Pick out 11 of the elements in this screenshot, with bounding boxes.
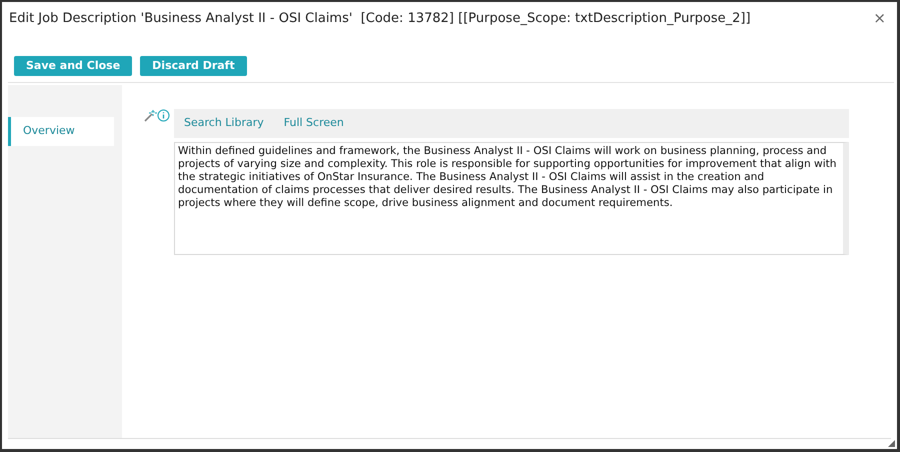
toolbar-button[interactable]: Discard Draft [140,56,247,76]
close-button[interactable]: × [869,9,890,28]
sidebar-item[interactable]: Overview [8,117,114,146]
resize-grip-icon[interactable] [888,440,895,447]
window-title: Edit Job Description 'Business Analyst II - OSI Claims' [Code: 13782] [[Purpose_Scope: txtDescription_Purpose_2]] [9,10,751,28]
toolbar-link[interactable]: Search Library [184,115,264,132]
magic-wand-icon[interactable] [144,109,157,122]
info-icon[interactable] [157,109,170,122]
toolbar-button[interactable]: Save and Close [14,56,132,76]
toolbar-link[interactable]: Full Screen [284,115,344,132]
text-area[interactable]: Within defined guidelines and framework, the Business Analyst II - OSI Claims will work on business planning, process and projects of varying size and complexity. This role is responsible for supporting opportunities for improvement that align with the strategic initiatives of OnStar Insurance. The Business Analyst II - OSI Claims will assist in the creation and documentation of claims processes that deliver desired results. The Business Analyst II - OSI Claims may also participate in projects where they will define scope, drive business alignment and document requirements. [174,142,849,254]
